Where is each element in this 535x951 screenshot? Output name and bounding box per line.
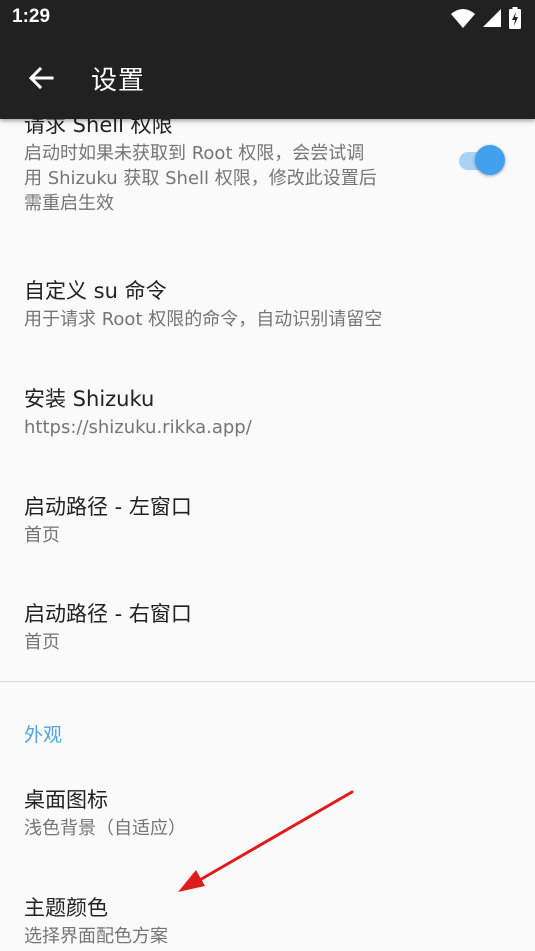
pref-summary: 首页 <box>24 632 60 653</box>
back-button[interactable] <box>20 57 62 99</box>
status-time: 1:29 <box>12 6 51 27</box>
pref-request-shell-permission[interactable]: 请求 Shell 权限 启动时如果未获取到 Root 权限，会尝试调 用 Shi… <box>0 119 535 229</box>
status-bar: 1:29 <box>0 0 535 37</box>
pref-title: 启动路径 - 左窗口 <box>24 495 192 519</box>
pref-theme-color[interactable]: 主题颜色 选择界面配色方案 <box>0 876 535 951</box>
pref-desktop-icon[interactable]: 桌面图标 浅色背景（自适应） <box>0 768 535 858</box>
app-bar: 设置 <box>0 37 535 119</box>
section-divider <box>0 681 535 682</box>
settings-list[interactable]: 请求 Shell 权限 启动时如果未获取到 Root 权限，会尝试调 用 Shi… <box>0 119 535 951</box>
category-appearance: 外观 <box>24 724 63 746</box>
pref-start-path-right[interactable]: 启动路径 - 右窗口 首页 <box>0 582 535 672</box>
arrow-left-icon <box>28 66 54 90</box>
shell-permission-switch[interactable] <box>456 143 508 177</box>
pref-summary: https://shizuku.rikka.app/ <box>24 417 252 438</box>
pref-custom-su-command[interactable]: 自定义 su 命令 用于请求 Root 权限的命令，自动识别请留空 <box>0 259 535 349</box>
signal-icon <box>483 9 501 27</box>
pref-title: 请求 Shell 权限 <box>24 119 173 137</box>
battery-charging-icon <box>509 7 521 29</box>
pref-title: 桌面图标 <box>24 788 108 812</box>
pref-summary-line-3: 需重启生效 <box>24 193 114 214</box>
pref-summary: 浅色背景（自适应） <box>24 818 186 839</box>
pref-summary-line-1: 启动时如果未获取到 Root 权限，会尝试调 <box>24 143 365 164</box>
wifi-icon <box>451 9 475 28</box>
status-icons <box>451 7 521 29</box>
pref-title: 安装 Shizuku <box>24 387 155 411</box>
pref-summary: 首页 <box>24 525 60 546</box>
pref-title: 主题颜色 <box>24 896 108 920</box>
pref-summary: 用于请求 Root 权限的命令，自动识别请留空 <box>24 309 383 330</box>
switch-thumb <box>475 145 505 175</box>
page-title: 设置 <box>91 66 146 96</box>
pref-title: 自定义 su 命令 <box>24 279 167 303</box>
pref-install-shizuku[interactable]: 安装 Shizuku https://shizuku.rikka.app/ <box>0 367 535 457</box>
pref-summary: 选择界面配色方案 <box>24 926 168 947</box>
pref-title: 启动路径 - 右窗口 <box>24 602 192 626</box>
pref-summary-line-2: 用 Shizuku 获取 Shell 权限，修改此设置后 <box>24 168 377 189</box>
pref-start-path-left[interactable]: 启动路径 - 左窗口 首页 <box>0 475 535 565</box>
